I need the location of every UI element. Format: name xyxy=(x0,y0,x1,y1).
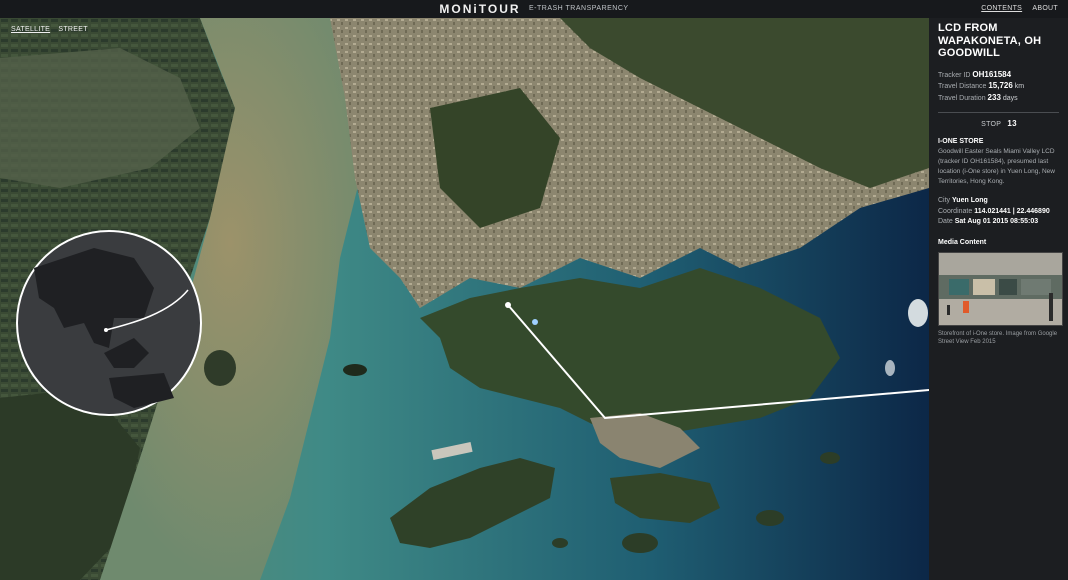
divider xyxy=(938,112,1059,113)
store-description: Goodwill Easter Seals Miami Valley LCD (… xyxy=(938,148,1055,185)
city-row: City Yuen Long xyxy=(938,196,1060,207)
date-value: Sat Aug 01 2015 08:55:03 xyxy=(954,218,1039,225)
date-row: Date Sat Aug 01 2015 08:55:03 xyxy=(938,217,1060,228)
distance-unit: km xyxy=(1014,83,1025,90)
satellite-toggle[interactable]: SATELLITE xyxy=(11,26,50,33)
island xyxy=(622,533,658,553)
duration-label: Travel Duration xyxy=(938,94,986,102)
island xyxy=(204,350,236,386)
coordinate-row: Coordinate 114.021441 | 22.446890 xyxy=(938,207,1060,218)
distance-label: Travel Distance xyxy=(938,83,987,90)
storefront-photo[interactable] xyxy=(938,251,1063,326)
island xyxy=(820,452,840,464)
street-toggle[interactable]: STREET xyxy=(58,26,87,33)
info-panel: LCD FROM WAPAKONETA, OH GOODWILL Tracker… xyxy=(929,18,1068,580)
date-label: Date xyxy=(938,218,953,225)
city-label: City xyxy=(938,197,951,204)
app-logo[interactable]: MONiTOUR xyxy=(439,2,520,16)
nav-contents-link[interactable]: CONTENTS xyxy=(981,5,1022,12)
tracker-id-label: Tracker ID xyxy=(938,71,971,79)
stop-label: STOP xyxy=(981,121,1002,128)
stop-indicator: STOP 13 xyxy=(938,119,1060,128)
distance-value: 15,726 xyxy=(988,81,1013,90)
coordinate-value: 114.021441 | 22.446890 xyxy=(974,207,1050,215)
satellite-map[interactable] xyxy=(0,18,929,580)
stop-number: 13 xyxy=(1007,119,1017,128)
island xyxy=(756,510,784,526)
distance-row: Travel Distance 15,726 km xyxy=(938,81,1060,93)
duration-row: Travel Duration 233 days xyxy=(938,93,1060,105)
globe-inset[interactable] xyxy=(14,228,204,418)
photo-caption: Storefront of i-One store. Image from Go… xyxy=(938,330,1058,346)
cloud xyxy=(908,299,928,327)
app-tagline: E-TRASH TRANSPARENCY xyxy=(528,5,629,12)
top-bar: MONiTOUR E-TRASH TRANSPARENCY CONTENTS A… xyxy=(0,0,1068,18)
tracker-id-value: OH161584 xyxy=(972,69,1012,79)
duration-value: 233 xyxy=(987,92,1001,102)
island xyxy=(343,364,367,376)
media-heading: Media Content xyxy=(938,238,987,246)
island xyxy=(552,538,568,548)
tracker-id-row: Tracker ID OH161584 xyxy=(938,70,1060,82)
duration-unit: days xyxy=(1002,94,1018,102)
map-style-toggle: SATELLITE STREET xyxy=(11,26,94,33)
city-value: Yuen Long xyxy=(952,197,988,204)
stop-marker xyxy=(505,302,511,308)
store-name: I-ONE STORE xyxy=(938,138,984,145)
tracker-stats: Tracker ID OH161584 Travel Distance 15,7… xyxy=(938,70,1060,105)
top-nav: CONTENTS ABOUT xyxy=(973,0,1058,18)
coordinate-label: Coordinate xyxy=(938,207,973,215)
location-meta: City Yuen Long Coordinate 114.021441 | 2… xyxy=(938,196,1060,228)
brand: MONiTOUR E-TRASH TRANSPARENCY xyxy=(0,0,1068,18)
nav-about-link[interactable]: ABOUT xyxy=(1032,5,1058,12)
location-pin xyxy=(532,319,538,325)
item-title: LCD FROM WAPAKONETA, OH GOODWILL xyxy=(938,22,1042,59)
cloud xyxy=(885,360,895,376)
